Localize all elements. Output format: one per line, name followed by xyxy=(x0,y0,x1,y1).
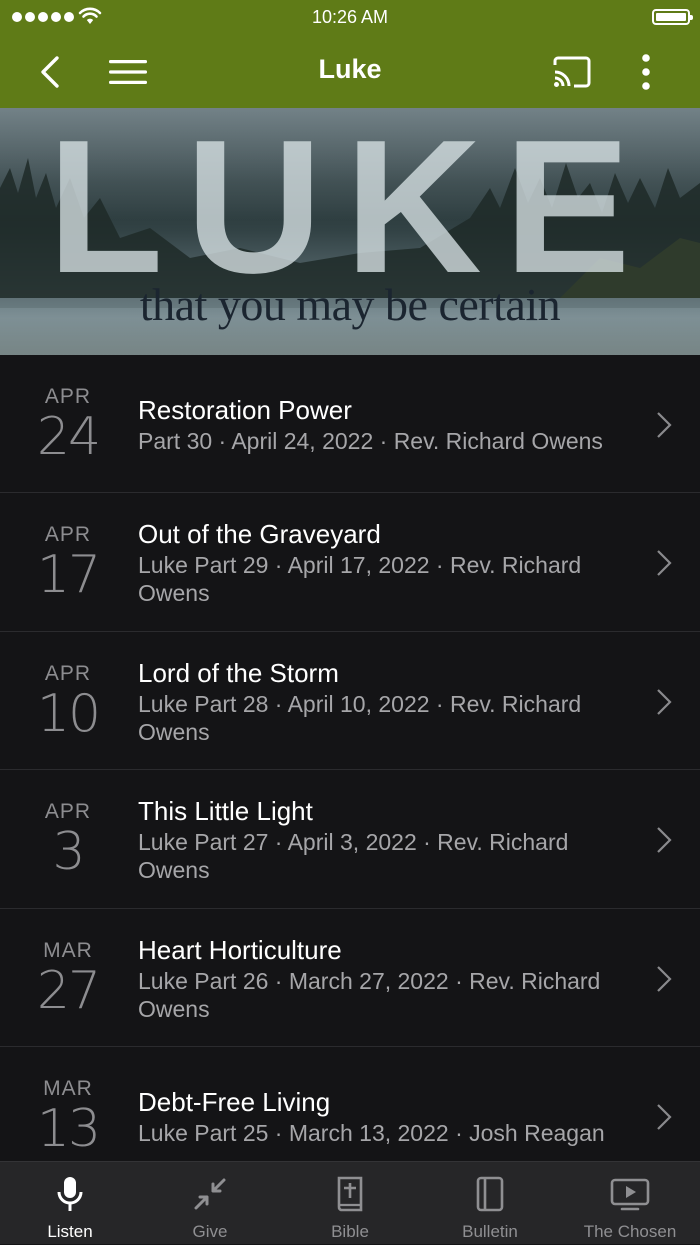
bulletin-icon xyxy=(476,1176,504,1212)
sermon-title: Heart Horticulture xyxy=(138,935,342,965)
give-icon xyxy=(194,1178,226,1210)
tab-bar: Listen Give Bible Bulletin The Chosen xyxy=(0,1161,700,1244)
tab-label: Bible xyxy=(331,1222,369,1241)
sermon-title: Out of the Graveyard xyxy=(138,519,381,549)
chevron-right-icon xyxy=(657,689,672,715)
cast-icon xyxy=(553,56,591,88)
series-banner: LUKE that you may be certain xyxy=(0,108,700,355)
sermon-row[interactable]: APR 17 Out of the Graveyard Luke Part 29… xyxy=(0,493,700,632)
date-month: MAR xyxy=(43,939,93,962)
sermon-row[interactable]: APR 3 This Little Light Luke Part 27 · A… xyxy=(0,770,700,909)
sermon-title: Lord of the Storm xyxy=(138,658,339,688)
tab-the-chosen[interactable]: The Chosen xyxy=(560,1162,700,1245)
tab-label: Give xyxy=(192,1222,228,1241)
tv-play-icon xyxy=(610,1178,650,1211)
sermon-subtitle: Luke Part 25 · March 13, 2022 · Josh Rea… xyxy=(138,1120,605,1146)
date-day: 3 xyxy=(52,822,85,882)
sermon-subtitle: Luke Part 29 · April 17, 2022 · Rev. Ric… xyxy=(138,552,582,606)
sermon-row[interactable]: APR 24 Restoration Power Part 30 · April… xyxy=(0,355,700,493)
bible-icon xyxy=(337,1176,363,1212)
sermon-row[interactable]: MAR 13 Debt-Free Living Luke Part 25 · M… xyxy=(0,1047,700,1161)
date-day: 17 xyxy=(36,545,101,605)
banner-title: LUKE xyxy=(47,108,653,313)
tab-bible[interactable]: Bible xyxy=(280,1162,420,1245)
sermon-subtitle: Luke Part 27 · April 3, 2022 · Rev. Rich… xyxy=(138,829,569,883)
sermon-subtitle: Luke Part 28 · April 10, 2022 · Rev. Ric… xyxy=(138,691,582,745)
sermon-title: This Little Light xyxy=(138,796,313,826)
banner-subtitle: that you may be certain xyxy=(139,279,561,330)
date-month: APR xyxy=(44,385,92,408)
sermon-row[interactable]: MAR 27 Heart Horticulture Luke Part 26 ·… xyxy=(0,909,700,1047)
tab-label: The Chosen xyxy=(583,1222,677,1241)
status-bar: 10:26 AM xyxy=(0,0,700,36)
tab-give[interactable]: Give xyxy=(140,1162,280,1245)
tab-listen[interactable]: Listen xyxy=(0,1162,140,1245)
chevron-right-icon xyxy=(657,412,672,438)
sermon-list: APR 24 Restoration Power Part 30 · April… xyxy=(0,355,700,1161)
date-month: APR xyxy=(44,662,92,685)
chevron-right-icon xyxy=(657,1104,672,1130)
chevron-right-icon xyxy=(657,966,672,992)
sermon-title: Restoration Power xyxy=(138,395,352,425)
chevron-right-icon xyxy=(657,827,672,853)
date-day: 10 xyxy=(36,684,101,744)
date-day: 27 xyxy=(36,961,101,1021)
date-month: MAR xyxy=(43,1077,93,1100)
battery-icon xyxy=(652,9,693,25)
microphone-icon xyxy=(57,1177,83,1211)
nav-bar: Luke xyxy=(0,36,700,108)
top-bar: 10:26 AM Luke xyxy=(0,0,700,108)
date-month: APR xyxy=(44,800,92,823)
tab-bulletin[interactable]: Bulletin xyxy=(420,1162,560,1245)
tab-label: Listen xyxy=(47,1222,93,1241)
date-month: APR xyxy=(44,523,92,546)
sermon-subtitle: Part 30 · April 24, 2022 · Rev. Richard … xyxy=(138,428,603,454)
status-time: 10:26 AM xyxy=(311,7,389,27)
sermon-subtitle: Luke Part 26 · March 27, 2022 · Rev. Ric… xyxy=(138,968,601,1022)
tab-label: Bulletin xyxy=(462,1222,518,1241)
cast-button[interactable] xyxy=(548,36,596,108)
date-day: 13 xyxy=(36,1099,101,1159)
sermon-title: Debt-Free Living xyxy=(138,1087,331,1117)
chevron-right-icon xyxy=(657,550,672,576)
date-day: 24 xyxy=(36,407,101,467)
sermon-row[interactable]: APR 10 Lord of the Storm Luke Part 28 · … xyxy=(0,632,700,770)
more-options-button[interactable] xyxy=(628,36,664,108)
more-vertical-icon xyxy=(642,54,650,90)
